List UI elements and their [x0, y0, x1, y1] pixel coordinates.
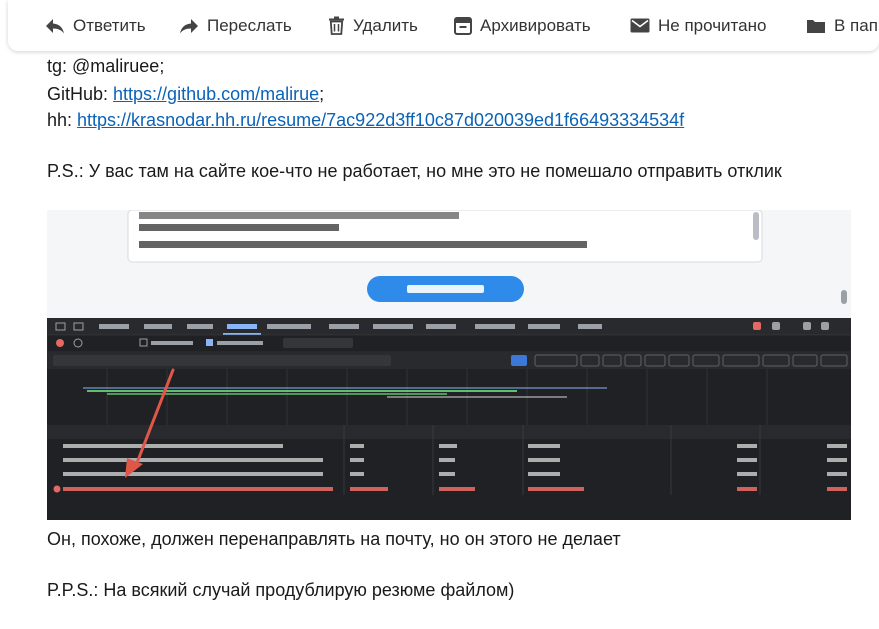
forward-button[interactable]: Переслать	[179, 0, 292, 51]
github-link[interactable]: https://github.com/malirue	[113, 84, 319, 104]
archive-label: Архивировать	[480, 15, 591, 35]
folder-label: В папку	[834, 15, 879, 35]
delete-button[interactable]: Удалить	[328, 0, 418, 51]
forward-label: Переслать	[207, 15, 292, 35]
hh-resume-link[interactable]: https://krasnodar.hh.ru/resume/7ac922d3f…	[77, 110, 684, 130]
telegram-line: tg: @maliruee;	[47, 56, 165, 76]
reply-button[interactable]: Ответить	[45, 0, 146, 51]
embedded-screenshot	[47, 210, 851, 520]
reply-label: Ответить	[73, 15, 146, 35]
delete-label: Удалить	[353, 15, 418, 35]
trash-icon	[329, 16, 344, 35]
github-line: GitHub: https://github.com/malirue;	[47, 84, 324, 105]
archive-button[interactable]: Архивировать	[454, 0, 591, 51]
reply-icon	[46, 18, 64, 33]
hh-prefix: hh:	[47, 110, 78, 130]
github-prefix: GitHub:	[47, 84, 114, 104]
hh-line: hh: https://krasnodar.hh.ru/resume/7ac92…	[47, 110, 684, 131]
folder-icon	[807, 19, 825, 33]
forward-icon	[180, 18, 198, 33]
unread-label: Не прочитано	[658, 15, 767, 35]
pps-paragraph: P.P.S.: На всякий случай продублирую рез…	[47, 580, 515, 600]
archive-icon	[454, 16, 472, 35]
envelope-icon	[630, 18, 650, 33]
move-to-folder-button[interactable]: В папку	[806, 0, 879, 51]
github-suffix: ;	[319, 84, 325, 104]
message-toolbar: Ответить Переслать Удалить Архивировать …	[8, 0, 879, 51]
mark-unread-button[interactable]: Не прочитано	[630, 0, 766, 51]
explanation-paragraph: Он, похоже, должен перенаправлять на поч…	[47, 529, 621, 549]
ps-paragraph: P.S.: У вас там на сайте кое-что не рабо…	[47, 161, 782, 181]
